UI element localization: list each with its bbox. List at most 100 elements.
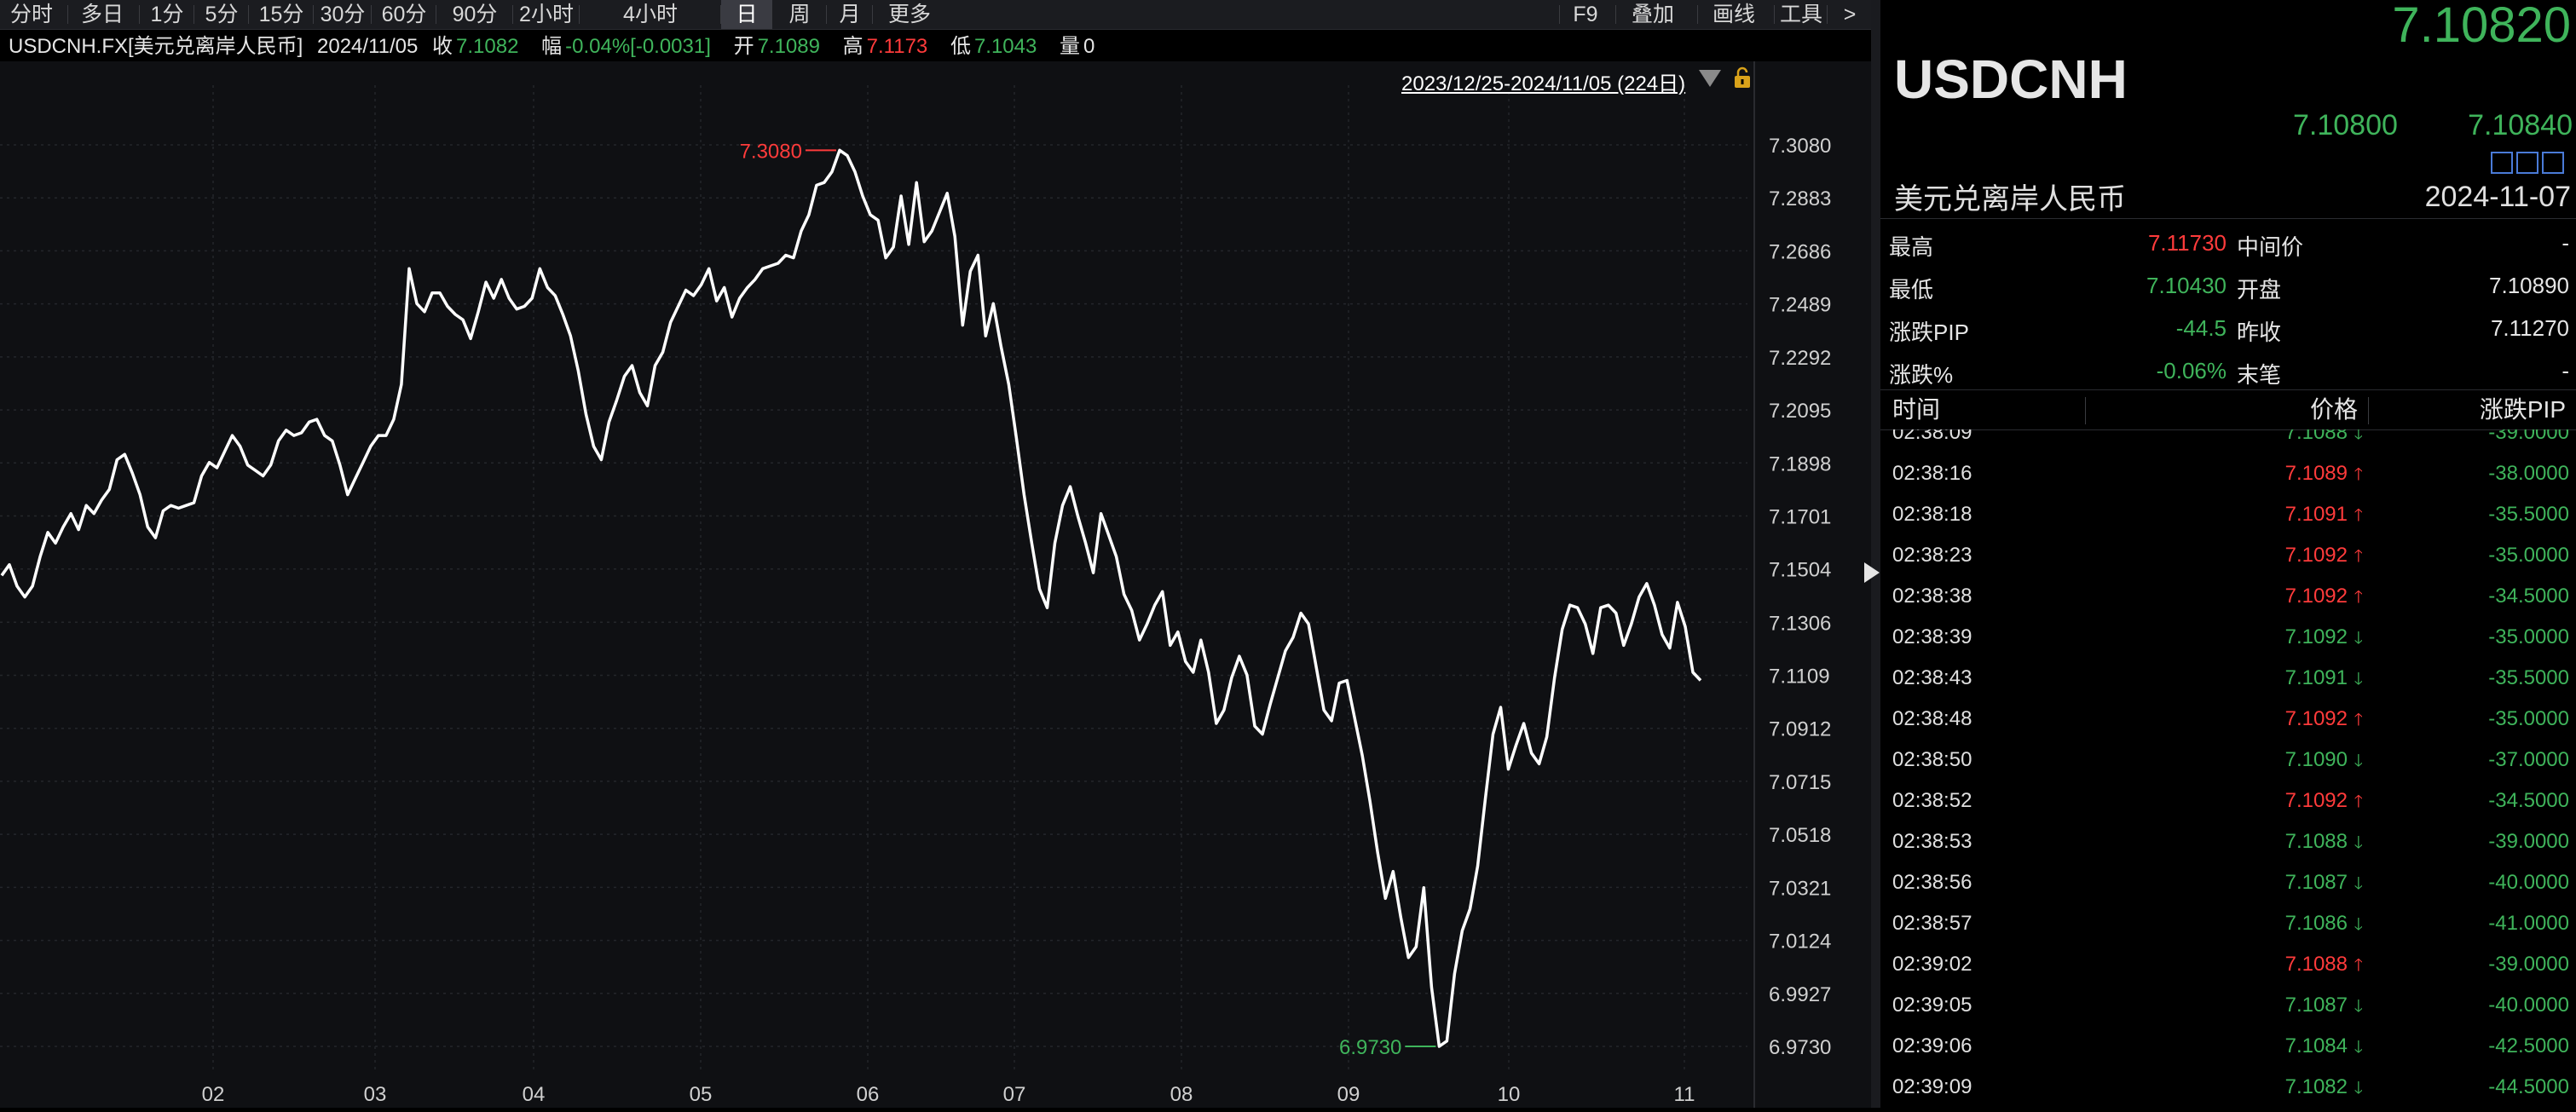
- dropdown-triangle-icon[interactable]: [1699, 70, 1721, 87]
- alert-bell-icon[interactable]: [2516, 152, 2538, 174]
- toolbar-tool-1[interactable]: 叠加: [1616, 0, 1689, 29]
- stat-label: 开盘: [2237, 277, 2282, 302]
- arrow-down-icon: 🡓: [2354, 874, 2363, 893]
- tick-time: 02:38:09: [1892, 429, 1972, 444]
- arrow-up-icon: 🡑: [2354, 506, 2363, 525]
- panel-symbol: USDCNH: [1894, 49, 2128, 110]
- tick-row[interactable]: 02:39:06 7.1084 🡓 -42.5000: [1880, 1028, 2576, 1069]
- info-low: 低 7.1043: [950, 35, 1037, 58]
- period-tab-0[interactable]: 分时: [0, 0, 63, 29]
- period-tab-8[interactable]: 2小时: [513, 0, 580, 29]
- tick-row[interactable]: 02:39:05 7.1087 🡓 -40.0000: [1880, 987, 2576, 1028]
- tick-change: -35.0000: [2488, 625, 2569, 648]
- tick-row[interactable]: 02:38:38 7.1092 🡑 -34.5000: [1880, 578, 2576, 619]
- tick-price: 7.1087: [2284, 994, 2348, 1017]
- quote-info-line: USDCNH.FX[美元兑离岸人民币] 2024/11/05 收 7.1082 幅…: [9, 32, 1112, 61]
- period-tab-4[interactable]: 15分: [249, 0, 314, 29]
- y-tick-label: 7.2686: [1769, 240, 1831, 263]
- panel-divider[interactable]: [1871, 0, 1880, 1108]
- tick-price: 7.1091: [2284, 503, 2348, 526]
- tick-price: 7.1088: [2284, 429, 2348, 444]
- tick-row[interactable]: 02:38:56 7.1087 🡓 -40.0000: [1880, 864, 2576, 905]
- period-tab-7[interactable]: 90分: [436, 0, 513, 29]
- tick-row[interactable]: 02:38:16 7.1089 🡑 -38.0000: [1880, 455, 2576, 496]
- tick-row[interactable]: 02:39:09 7.1082 🡓 -44.5000: [1880, 1069, 2576, 1108]
- y-tick-label: 7.0715: [1769, 771, 1831, 794]
- info-high: 高 7.1173: [842, 35, 928, 58]
- tick-time: 02:39:06: [1892, 1034, 1972, 1057]
- period-tab-12[interactable]: 月: [827, 0, 873, 29]
- y-tick-label: 7.1701: [1769, 506, 1831, 529]
- tick-row[interactable]: 02:38:53 7.1088 🡓 -39.0000: [1880, 823, 2576, 864]
- tick-list[interactable]: 02:38:09 7.1088 🡓 -39.0000 02:38:16 7.1089 🡑 -3…: [1880, 429, 2576, 1108]
- edit-icon[interactable]: [2491, 152, 2513, 174]
- instrument-name: 美元兑离岸人民币: [1894, 183, 2126, 216]
- y-tick-label: 7.0912: [1769, 718, 1831, 741]
- toolbar-tool-0[interactable]: F9: [1560, 0, 1611, 29]
- period-tab-1[interactable]: 多日: [68, 0, 136, 29]
- tick-row[interactable]: 02:38:48 7.1092 🡑 -35.0000: [1880, 700, 2576, 741]
- y-tick-label: 7.3080: [1769, 135, 1831, 158]
- stat-label: 昨收: [2237, 320, 2282, 345]
- price-line-chart[interactable]: 7.3080 7.2883 7.2686 7.2489 7.2292 7.2095 7.18…: [0, 61, 1871, 1108]
- tick-time: 02:38:23: [1892, 544, 1972, 567]
- tick-price: 7.1088: [2284, 953, 2348, 976]
- x-tick-label: 05: [690, 1083, 713, 1106]
- arrow-down-icon: 🡓: [2354, 752, 2363, 770]
- tick-row[interactable]: 02:38:23 7.1092 🡑 -35.0000: [1880, 537, 2576, 578]
- date-range-selector[interactable]: 2023/12/25-2024/11/05 (224日): [1401, 66, 1685, 96]
- col-price-header[interactable]: 价格: [2310, 390, 2358, 429]
- bid-price: 7.10800: [2293, 109, 2398, 141]
- period-tab-13[interactable]: 更多: [873, 0, 946, 29]
- tick-time: 02:39:05: [1892, 994, 1972, 1017]
- arrow-up-icon: 🡑: [2354, 547, 2363, 566]
- min-annotation: 6.9730: [1339, 1036, 1401, 1059]
- toolbar-tool-3[interactable]: 工具: [1775, 0, 1828, 29]
- stat-value: -: [2562, 358, 2569, 383]
- tick-row[interactable]: 02:38:09 7.1088 🡓 -39.0000: [1880, 429, 2576, 455]
- tick-change: -40.0000: [2488, 871, 2569, 894]
- y-tick-label: 7.1504: [1769, 559, 1831, 582]
- period-tab-5[interactable]: 30分: [314, 0, 372, 29]
- tick-row[interactable]: 02:38:52 7.1092 🡑 -34.5000: [1880, 782, 2576, 823]
- toolbar-tool-2[interactable]: 画线: [1698, 0, 1770, 29]
- col-time-header[interactable]: 时间: [1892, 390, 1940, 429]
- tick-row[interactable]: 02:38:18 7.1091 🡑 -35.5000: [1880, 496, 2576, 537]
- y-tick-label: 7.2292: [1769, 347, 1831, 370]
- period-tab-6[interactable]: 60分: [372, 0, 436, 29]
- period-tab-3[interactable]: 5分: [194, 0, 249, 29]
- arrow-up-icon: 🡑: [2354, 465, 2363, 484]
- info-open: 开 7.1089: [733, 35, 820, 58]
- y-tick-label: 6.9730: [1769, 1036, 1831, 1059]
- tick-change: -34.5000: [2488, 585, 2569, 608]
- y-tick-label: 7.0124: [1769, 931, 1831, 954]
- toolbar-tool-4[interactable]: >: [1828, 0, 1872, 29]
- tick-row[interactable]: 02:39:02 7.1088 🡑 -39.0000: [1880, 946, 2576, 987]
- x-tick-label: 03: [364, 1083, 387, 1106]
- period-tab-9[interactable]: 4小时: [580, 0, 721, 29]
- y-tick-label: 7.2489: [1769, 294, 1831, 317]
- tick-row[interactable]: 02:38:57 7.1086 🡓 -41.0000: [1880, 905, 2576, 946]
- info-volume: 量0: [1060, 35, 1095, 58]
- tick-row[interactable]: 02:38:50 7.1090 🡓 -37.0000: [1880, 741, 2576, 782]
- add-plus-icon[interactable]: [2542, 152, 2564, 174]
- tick-change: -35.0000: [2488, 707, 2569, 730]
- stat-label: 末笔: [2237, 362, 2282, 388]
- quote-date: 2024-11-07: [2424, 181, 2571, 213]
- period-tab-10[interactable]: 日: [721, 0, 772, 29]
- arrow-up-icon: 🡑: [2354, 588, 2363, 607]
- period-tab-2[interactable]: 1分: [140, 0, 194, 29]
- tick-row[interactable]: 02:38:39 7.1092 🡓 -35.0000: [1880, 619, 2576, 660]
- x-tick-label: 06: [857, 1083, 880, 1106]
- tick-time: 02:38:38: [1892, 585, 1972, 608]
- price-chart-area[interactable]: 7.3080 7.2883 7.2686 7.2489 7.2292 7.2095 7.18…: [0, 61, 1871, 1108]
- lock-icon[interactable]: [1732, 66, 1753, 89]
- stat-value: 7.10890: [2489, 273, 2569, 298]
- tick-price: 7.1092: [2284, 544, 2348, 567]
- col-change-header[interactable]: 涨跌PIP: [2480, 390, 2566, 429]
- period-tab-11[interactable]: 周: [772, 0, 827, 29]
- tick-row[interactable]: 02:38:43 7.1091 🡓 -35.5000: [1880, 660, 2576, 700]
- info-date: 2024/11/05: [317, 35, 419, 58]
- collapse-panel-arrow-icon[interactable]: [1864, 562, 1880, 583]
- arrow-down-icon: 🡓: [2354, 429, 2363, 443]
